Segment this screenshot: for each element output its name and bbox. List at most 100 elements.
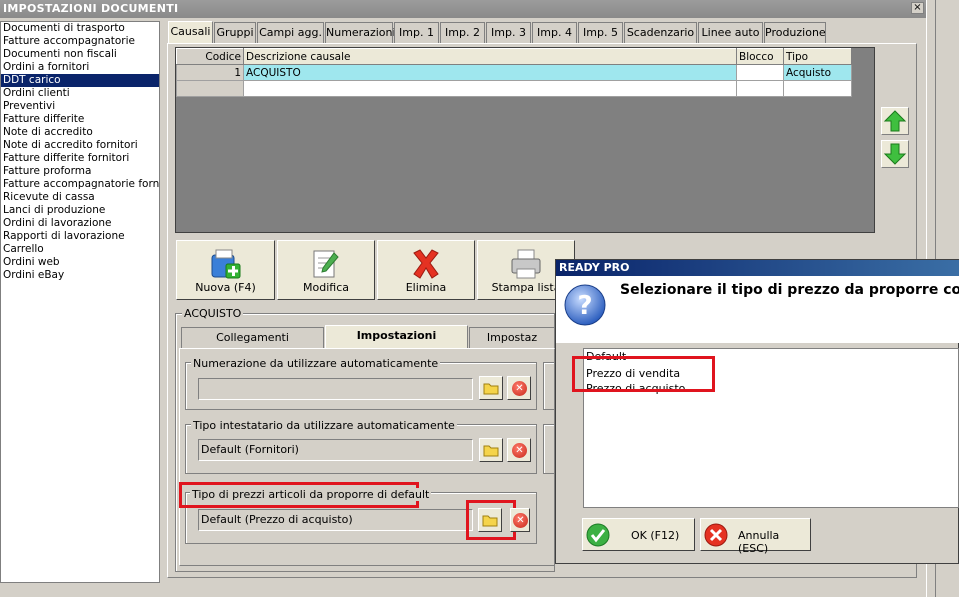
side-group-fragment (543, 424, 555, 474)
move-down-button[interactable] (881, 140, 909, 168)
ok-button[interactable]: OK (F12) (582, 518, 695, 551)
list-item[interactable]: Ordini web (1, 256, 159, 269)
ok-button-label: OK (F12) (631, 529, 680, 542)
cancel-x-icon (704, 523, 728, 547)
cell-blocco[interactable] (736, 64, 784, 81)
subtab-impostazioni[interactable]: Impostazioni (325, 325, 468, 348)
numerazione-field[interactable] (198, 378, 473, 400)
new-document-icon (211, 249, 240, 279)
move-up-button[interactable] (881, 107, 909, 135)
question-icon: ? (564, 284, 606, 326)
clear-x-icon: ✕ (512, 443, 527, 458)
tab-campi-agg[interactable]: Campi agg. (257, 22, 324, 43)
side-group-fragment (543, 362, 555, 410)
document-type-list[interactable]: Documenti di trasporto Fatture accompagna… (0, 21, 160, 583)
list-item[interactable]: Note di accredito (1, 126, 159, 139)
tab-linee-auto[interactable]: Linee auto (698, 22, 763, 43)
subtab-impostazioni-2[interactable]: Impostaz (469, 327, 555, 348)
tab-imp-5[interactable]: Imp. 5 (578, 22, 623, 43)
tab-produzione[interactable]: Produzione (764, 22, 826, 43)
tab-gruppi[interactable]: Gruppi (214, 22, 256, 43)
list-item[interactable]: Fatture accompagnatorie (1, 35, 159, 48)
list-item[interactable]: Carrello (1, 243, 159, 256)
cell-descrizione[interactable]: ACQUISTO (243, 64, 737, 81)
svg-text:?: ? (577, 291, 592, 321)
cancel-button[interactable]: Annulla (ESC) (700, 518, 811, 555)
tab-imp-4[interactable]: Imp. 4 (532, 22, 577, 43)
detail-group-title: ACQUISTO (182, 307, 244, 320)
grid-header-codice[interactable]: Codice (176, 48, 244, 65)
prezzi-field[interactable]: Default (Prezzo di acquisto) (198, 509, 473, 531)
list-item[interactable]: Fatture accompagnatorie fornito (1, 178, 159, 191)
table-row[interactable]: 1 ACQUISTO Acquisto (176, 64, 852, 81)
list-item[interactable]: DDT carico (1, 74, 159, 87)
numerazione-label: Numerazione da utilizzare automaticament… (191, 357, 441, 370)
clear-x-icon: ✕ (512, 381, 527, 396)
list-item[interactable]: Documenti di trasporto (1, 22, 159, 35)
tab-imp-1[interactable]: Imp. 1 (394, 22, 439, 43)
intestatario-browse-button[interactable] (479, 438, 503, 462)
list-item[interactable]: Preventivi (1, 100, 159, 113)
cell-empty[interactable] (736, 80, 784, 97)
cell-tipo[interactable]: Acquisto (783, 64, 852, 81)
printer-icon (511, 249, 541, 279)
dialog-title: READY PRO (559, 261, 630, 274)
prezzi-clear-button[interactable]: ✕ (510, 508, 530, 532)
check-icon (586, 523, 610, 547)
edit-document-icon (313, 250, 339, 278)
dialog-message: Selezionare il tipo di prezzo da proporr… (620, 282, 959, 298)
list-item[interactable]: Fatture proforma (1, 165, 159, 178)
list-item[interactable]: Ordini eBay (1, 269, 159, 282)
edit-button-label: Modifica (303, 281, 349, 294)
table-row-new[interactable] (176, 80, 852, 97)
causali-grid[interactable]: Codice Descrizione causale Blocco Tipo 1… (176, 48, 852, 97)
close-icon[interactable]: × (911, 2, 924, 14)
dialog-title-bar: READY PRO (556, 260, 959, 276)
list-item[interactable]: Ordini a fornitori (1, 61, 159, 74)
delete-button[interactable]: Elimina (377, 240, 475, 300)
prezzi-browse-button[interactable] (478, 508, 502, 532)
grid-header-tipo[interactable]: Tipo (783, 48, 852, 65)
new-button-label: Nuova (F4) (195, 281, 256, 294)
prezzi-label: Tipo di prezzi articoli da proporre di d… (190, 488, 432, 501)
delete-x-icon (413, 249, 439, 279)
intestatario-label: Tipo intestatario da utilizzare automati… (191, 419, 457, 432)
numerazione-browse-button[interactable] (479, 376, 503, 400)
list-item[interactable]: Ricevute di cassa (1, 191, 159, 204)
list-item[interactable]: Lanci di produzione (1, 204, 159, 217)
window-title: IMPOSTAZIONI DOCUMENTI (3, 2, 179, 15)
annotation-highlight-option (572, 356, 715, 392)
cell-empty[interactable] (783, 80, 852, 97)
subtab-collegamenti[interactable]: Collegamenti (181, 327, 324, 348)
folder-icon (483, 445, 499, 457)
edit-button[interactable]: Modifica (277, 240, 375, 300)
arrow-down-icon (883, 143, 907, 165)
list-item[interactable]: Fatture differite fornitori (1, 152, 159, 165)
list-item[interactable]: Fatture differite (1, 113, 159, 126)
cell-empty[interactable] (243, 80, 737, 97)
cell-codice[interactable]: 1 (176, 64, 244, 81)
list-item[interactable]: Ordini clienti (1, 87, 159, 100)
list-item[interactable]: Ordini di lavorazione (1, 217, 159, 230)
numerazione-clear-button[interactable]: ✕ (507, 376, 531, 400)
list-item[interactable]: Rapporti di lavorazione (1, 230, 159, 243)
tab-scadenzario[interactable]: Scadenzario (624, 22, 697, 43)
tab-imp-2[interactable]: Imp. 2 (440, 22, 485, 43)
arrow-up-icon (883, 110, 907, 132)
cell-empty[interactable] (176, 80, 244, 97)
cancel-button-label: Annulla (ESC) (738, 529, 780, 555)
intestatario-field[interactable]: Default (Fornitori) (198, 439, 473, 461)
delete-button-label: Elimina (405, 281, 447, 294)
folder-icon (482, 515, 498, 527)
list-item[interactable]: Note di accredito fornitori (1, 139, 159, 152)
tab-imp-3[interactable]: Imp. 3 (486, 22, 531, 43)
grid-header-descrizione[interactable]: Descrizione causale (243, 48, 737, 65)
new-button[interactable]: Nuova (F4) (176, 240, 275, 300)
grid-header-row: Codice Descrizione causale Blocco Tipo (176, 48, 852, 65)
tab-causali[interactable]: Causali (168, 21, 213, 44)
grid-header-blocco[interactable]: Blocco (736, 48, 784, 65)
folder-icon (483, 383, 499, 395)
intestatario-clear-button[interactable]: ✕ (507, 438, 531, 462)
list-item[interactable]: Documenti non fiscali (1, 48, 159, 61)
tab-numerazioni[interactable]: Numerazioni (325, 22, 396, 43)
